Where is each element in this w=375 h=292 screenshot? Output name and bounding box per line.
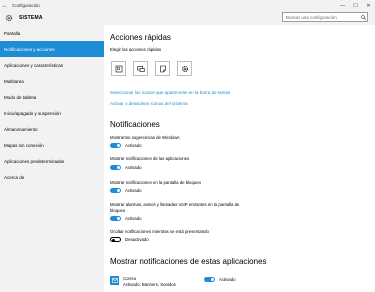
toggle-state-label: Activado [125,216,142,221]
toggle-alarms[interactable] [110,216,121,221]
window-title: Configuración [12,3,40,8]
settings-icon [181,60,189,78]
sidebar-item-mapas[interactable]: Mapas sin conexión [0,137,104,153]
sidebar-item-pantalla[interactable]: Pantalla [0,25,104,41]
sidebar-item-modo-tableta[interactable]: Modo de tableta [0,89,104,105]
sidebar-item-label: Inicio/apagado y suspensión [4,110,61,116]
link-taskbar-icons[interactable]: Seleccionar los iconos que aparecerán en… [110,90,230,95]
sidebar-item-label: Multitarea [4,78,24,84]
toggle-knob [117,189,120,192]
setting-label-lock-screen: Mostrar notificaciones en la pantalla de… [110,180,202,185]
toggle-state-label: Activado [125,143,142,148]
sidebar-item-label: Aplicaciones predeterminadas [4,158,65,164]
toggle-state-label: Activado [125,188,142,193]
toggle-state-label: Desactivado [125,237,149,242]
toggle-app-notifications[interactable] [110,165,121,170]
sidebar-item-predeterminadas[interactable]: Aplicaciones predeterminadas [0,153,104,169]
sidebar-item-multitarea[interactable]: Multitarea [0,73,104,89]
setting-label-alarms-line2: bloqueo [110,208,126,213]
sidebar-item-label: Mapas sin conexión [4,142,44,148]
settings-header: SISTEMA Buscar una configuración [0,11,375,25]
app-name-correo[interactable]: Correo [123,276,136,281]
quick-actions-heading: Acciones rápidas [110,33,171,42]
quick-action-connect[interactable] [133,61,148,76]
search-input[interactable]: Buscar una configuración [286,15,359,20]
toggle-state-label: Activado [125,165,142,170]
minimize-button[interactable]: — [336,0,349,11]
search-icon[interactable] [359,14,367,20]
note-icon [159,60,167,78]
window-controls: — ☐ ✕ [336,0,375,11]
sidebar-item-inicio-apagado[interactable]: Inicio/apagado y suspensión [0,105,104,121]
mail-icon [110,276,119,285]
sidebar-item-label: Aplicaciones y características [4,62,64,68]
toggle-knob [117,166,120,169]
sidebar-item-acerca-de[interactable]: Acerca de [0,169,104,185]
notifications-heading: Notificaciones [110,120,160,129]
maximize-button[interactable]: ☐ [349,0,362,11]
sidebar-item-almacenamiento[interactable]: Almacenamiento [0,121,104,137]
toggle-app-correo[interactable] [204,277,215,282]
sidebar-item-label: Modo de tableta [4,94,37,100]
setting-label-hide-presenting: Ocultar notificaciones mientras se está … [110,229,209,234]
gear-icon [4,13,14,23]
quick-action-tablet-mode[interactable] [111,61,126,76]
toggle-lock-screen[interactable] [110,188,121,193]
app-notifications-heading: Mostrar notificaciones de estas aplicaci… [110,257,267,266]
sidebar-item-aplicaciones[interactable]: Aplicaciones y características [0,57,104,73]
section-title: SISTEMA [19,15,43,21]
main-content: Acciones rápidas Elegir las acciones ráp… [104,25,375,292]
sidebar-item-label: Acerca de [4,174,25,180]
toggle-knob [117,217,120,220]
title-bar: ← Configuración — ☐ ✕ [0,0,375,11]
tablet-mode-icon [115,60,123,78]
close-button[interactable]: ✕ [362,0,375,11]
toggle-suggestions[interactable] [110,143,121,148]
sidebar-item-label: Pantalla [4,30,21,36]
quick-action-settings[interactable] [177,61,192,76]
setting-label-alarms-line1: Mostrar alarmas, avisos y llamadas VoIP … [110,202,240,207]
setting-label-app-notifications: Mostrar notificaciones de las aplicacion… [110,156,190,161]
toggle-knob [117,144,120,147]
back-arrow-icon[interactable]: ← [0,3,10,9]
sidebar-item-label: Notificaciones y acciones [4,46,55,52]
app-detail-correo: Activado: Banners, Sonidos [123,282,176,287]
quick-actions-subtitle: Elegir las acciones rápidas [110,47,162,52]
search-box[interactable]: Buscar una configuración [282,12,368,22]
toggle-state-label: Activado [219,277,236,282]
sidebar: Pantalla Notificaciones y acciones Aplic… [0,25,104,292]
sidebar-item-notificaciones[interactable]: Notificaciones y acciones [0,41,104,57]
quick-action-note[interactable] [155,61,170,76]
sidebar-item-label: Almacenamiento [4,126,38,132]
connect-icon [136,60,145,78]
toggle-knob [112,238,115,242]
setting-label-suggestions: Mostrarme sugerencias de Windows [110,135,180,140]
link-system-icons[interactable]: Activar o desactivar iconos del sistema [110,101,188,106]
toggle-knob [211,278,214,281]
toggle-hide-presenting[interactable] [110,237,121,242]
